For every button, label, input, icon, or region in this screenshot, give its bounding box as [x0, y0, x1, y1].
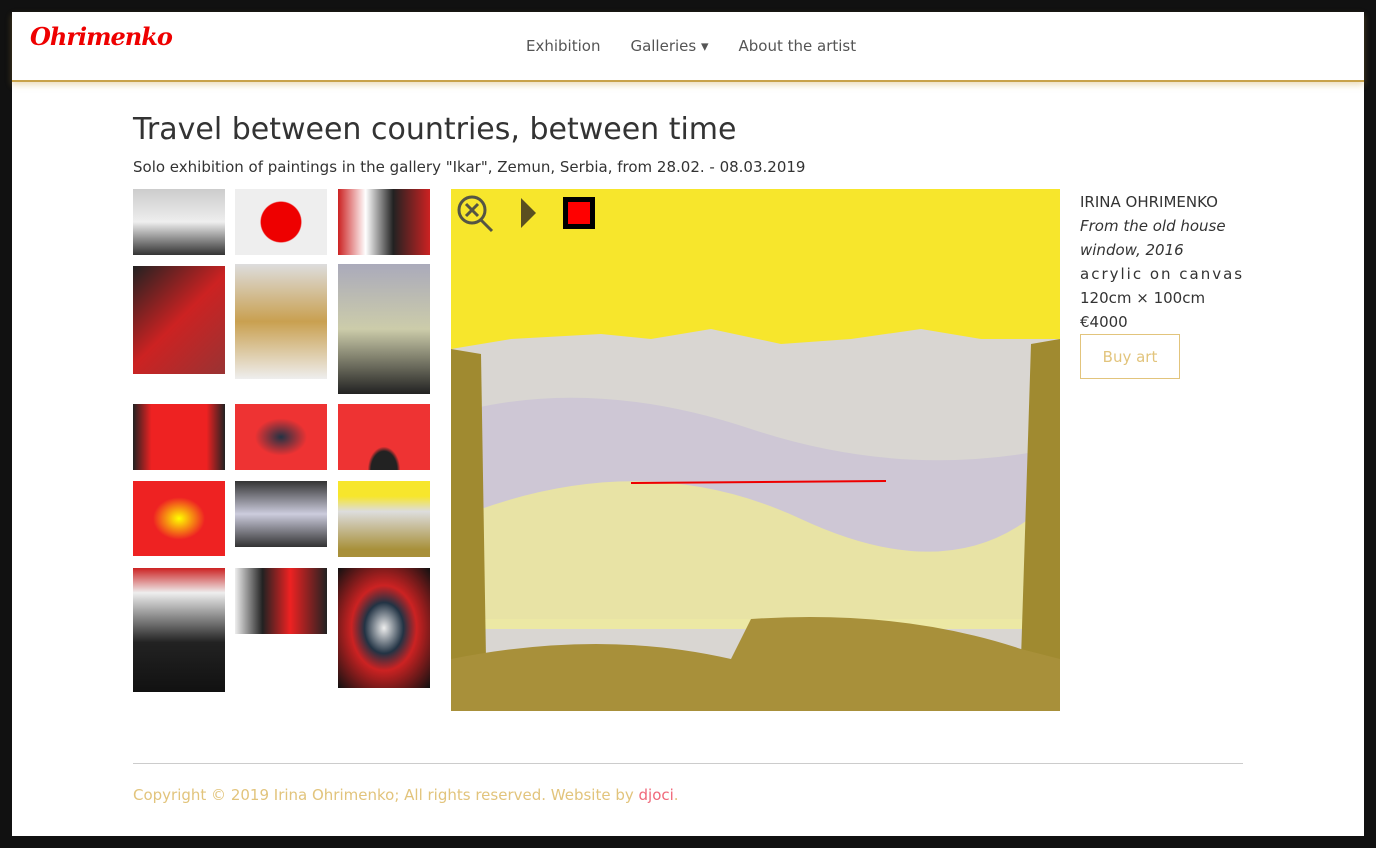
viewer-controls: [455, 193, 595, 233]
logo[interactable]: Ohrimenko: [30, 22, 173, 51]
artwork-price: €4000: [1080, 313, 1128, 331]
footer-end: .: [673, 786, 679, 804]
painting-thumbnail[interactable]: [133, 189, 225, 255]
painting-thumbnail[interactable]: [235, 264, 327, 379]
nav-galleries[interactable]: Galleries ▾: [630, 37, 708, 55]
artist-name: IRINA OHRIMENKO: [1080, 193, 1218, 211]
painting-thumbnail[interactable]: [235, 481, 327, 547]
footer-text: Copyright © 2019 Irina Ohrimenko; All ri…: [133, 786, 639, 804]
artwork-size: 120cm × 100cm: [1080, 289, 1206, 307]
painting-thumbnail[interactable]: [235, 404, 327, 470]
painting-thumbnail[interactable]: [133, 568, 225, 692]
artwork-title: From the old house window, 2016: [1080, 217, 1226, 259]
footer-divider: [133, 763, 1243, 764]
artwork-medium: acrylic on canvas: [1080, 265, 1245, 283]
painting-thumbnail[interactable]: [338, 481, 430, 557]
painting-thumbnail[interactable]: [338, 189, 430, 255]
painting-thumbnail[interactable]: [338, 568, 430, 688]
nav-exhibition[interactable]: Exhibition: [526, 37, 600, 55]
painting-thumbnail[interactable]: [235, 568, 327, 634]
page-title: Travel between countries, between time: [133, 112, 737, 147]
buy-art-button[interactable]: Buy art: [1080, 334, 1180, 379]
painting-thumbnail[interactable]: [133, 481, 225, 556]
painting-image: [451, 189, 1060, 711]
painting-thumbnail[interactable]: [338, 404, 430, 470]
play-icon[interactable]: [519, 196, 539, 230]
painting-thumbnail[interactable]: [235, 189, 327, 255]
page: Ohrimenko Exhibition Galleries ▾ About t…: [12, 12, 1364, 836]
painting-thumbnail[interactable]: [133, 404, 225, 470]
page-subtitle: Solo exhibition of paintings in the gall…: [133, 158, 806, 176]
nav-about-artist[interactable]: About the artist: [739, 37, 857, 55]
painting-thumbnail[interactable]: [133, 266, 225, 374]
zoom-fit-icon[interactable]: [455, 193, 495, 233]
footer: Copyright © 2019 Irina Ohrimenko; All ri…: [133, 786, 679, 804]
main-painting[interactable]: [451, 189, 1060, 711]
navbar: Ohrimenko Exhibition Galleries ▾ About t…: [12, 12, 1364, 82]
stop-icon[interactable]: [563, 197, 595, 229]
main-menu: Exhibition Galleries ▾ About the artist: [526, 37, 856, 55]
painting-thumbnail[interactable]: [338, 264, 430, 394]
footer-link-djoci[interactable]: djoci: [639, 786, 674, 804]
artwork-info: IRINA OHRIMENKO From the old house windo…: [1080, 190, 1244, 379]
